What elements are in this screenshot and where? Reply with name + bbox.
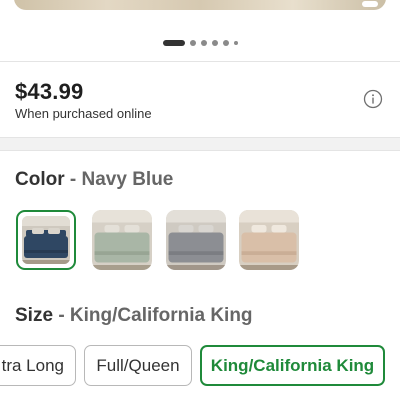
color-heading: Color - Navy Blue	[15, 169, 173, 191]
swatch-navy-blue[interactable]	[16, 210, 76, 270]
bedding-thumbnail	[166, 210, 226, 270]
swatch-sage[interactable]	[92, 210, 152, 270]
image-carousel-indicator	[0, 40, 400, 46]
image-control[interactable]	[362, 1, 378, 7]
bedding-thumbnail	[22, 216, 70, 264]
carousel-dot[interactable]	[189, 40, 196, 46]
price-note: When purchased online	[15, 106, 152, 121]
carousel-dot[interactable]	[200, 40, 207, 46]
size-option-label: King/California King	[210, 355, 375, 375]
carousel-dot[interactable]	[162, 40, 185, 46]
swatch-blush[interactable]	[239, 210, 299, 270]
divider	[0, 150, 400, 151]
size-option-label: tra Long	[1, 355, 64, 375]
selected-color: Navy Blue	[81, 169, 174, 190]
size-heading: Size - King/California King	[15, 305, 253, 327]
size-option-king-california-king[interactable]: King/California King	[200, 345, 385, 386]
price: $43.99	[15, 79, 84, 104]
size-label: Size	[15, 305, 54, 326]
size-option-twin-xl[interactable]: tra Long	[0, 345, 76, 386]
size-separator: -	[58, 305, 65, 326]
color-label: Color	[15, 169, 65, 190]
swatch-gray[interactable]	[166, 210, 226, 270]
divider	[0, 61, 400, 62]
carousel-dot[interactable]	[222, 40, 229, 46]
size-option-full-queen[interactable]: Full/Queen	[84, 345, 192, 386]
info-icon[interactable]	[363, 89, 383, 109]
carousel-dot[interactable]	[233, 41, 238, 45]
color-separator: -	[69, 169, 77, 190]
selected-size: King/California King	[69, 305, 253, 326]
divider	[0, 137, 400, 138]
bedding-thumbnail	[239, 210, 299, 270]
carousel-dot[interactable]	[211, 40, 218, 46]
size-option-label: Full/Queen	[96, 355, 180, 375]
product-image[interactable]	[14, 0, 386, 10]
bedding-thumbnail	[92, 210, 152, 270]
section-spacer	[0, 137, 400, 151]
